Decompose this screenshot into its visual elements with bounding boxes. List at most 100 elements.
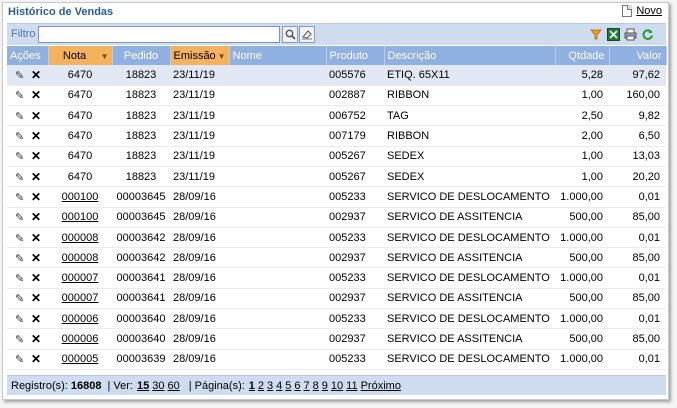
delete-x-icon[interactable]: ✕ [31,352,41,366]
edit-pencil-icon[interactable]: ✎ [15,110,25,123]
cell-nota: 000006 [48,328,112,350]
edit-pencil-icon[interactable]: ✎ [15,130,25,143]
table-row[interactable]: ✎ ✕ 000007 00003641 28/09/16 005233 SERVICO DE… [7,267,666,289]
delete-x-icon[interactable]: ✕ [31,291,41,305]
edit-pencil-icon[interactable]: ✎ [15,313,25,326]
edit-pencil-icon[interactable]: ✎ [15,171,25,184]
excel-icon[interactable] [606,27,620,41]
nota-link[interactable]: 000006 [62,313,99,325]
page-link[interactable]: 11 [346,380,357,392]
table-row[interactable]: ✎ ✕ 000007 00003641 28/09/16 002937 SERVICO DE… [7,288,666,310]
print-icon[interactable] [623,27,637,41]
edit-pencil-icon[interactable]: ✎ [15,150,25,163]
page-link[interactable]: 1 [249,380,255,392]
page-link[interactable]: 2 [258,380,264,392]
nota-link[interactable]: 000008 [62,232,99,244]
delete-x-icon[interactable]: ✕ [31,149,41,163]
new-button[interactable]: Novo [622,5,662,17]
cell-emissao: 28/09/16 [170,207,229,228]
delete-x-icon[interactable]: ✕ [31,231,41,245]
edit-pencil-icon[interactable]: ✎ [15,252,25,265]
cell-nota: 6470 [48,125,112,147]
table-row[interactable]: ✎ ✕ 000006 00003640 28/09/16 002937 SERVICO DE… [7,328,666,350]
cell-pedido: 00003645 [112,186,170,208]
nota-link[interactable]: 000005 [62,353,99,365]
table-row[interactable]: ✎ ✕ 000100 00003645 28/09/16 002937 SERVICO DE… [7,207,666,228]
edit-pencil-icon[interactable]: ✎ [15,89,25,102]
page-link[interactable]: 5 [285,380,291,392]
page-link[interactable]: 3 [267,380,273,392]
table-row[interactable]: ✎ ✕ 000008 00003642 28/09/16 005233 SERVICO DE… [7,227,666,249]
delete-x-icon[interactable]: ✕ [31,68,41,82]
cell-pedido: 00003641 [112,267,170,289]
column-header-descricao[interactable]: Descrição [384,46,556,65]
filter-icon[interactable] [589,27,603,41]
column-header-qtdade[interactable]: Qtdade [555,46,610,65]
cell-nome [229,207,326,228]
page-link[interactable]: 8 [313,380,319,392]
column-header-nome[interactable]: Nome [229,46,327,65]
edit-pencil-icon[interactable]: ✎ [15,211,25,224]
edit-pencil-icon[interactable]: ✎ [15,272,25,285]
cell-produto: 005576 [326,65,384,86]
table-row[interactable]: ✎ ✕ 000006 00003640 28/09/16 005233 SERVICO DE… [7,308,666,330]
table-row[interactable]: ✎ ✕ 6470 18823 23/11/19 005576 ETIQ. 65X11 5,28… [7,65,666,86]
filter-input[interactable] [38,26,280,43]
table-row[interactable]: ✎ ✕ 6470 18823 23/11/19 005267 SEDEX 1,00 20,20 [7,166,666,188]
table-row[interactable]: ✎ ✕ 000008 00003642 28/09/16 002937 SERVICO DE… [7,247,666,269]
cell-qtdade: 1.000,00 [555,267,609,289]
edit-pencil-icon[interactable]: ✎ [15,292,25,305]
search-button[interactable] [282,26,298,43]
delete-x-icon[interactable]: ✕ [31,210,41,224]
delete-x-icon[interactable]: ✕ [31,332,41,346]
page-link[interactable]: 6 [294,380,300,392]
nota-link[interactable]: 000008 [62,252,99,264]
clear-filter-button[interactable] [299,26,315,43]
edit-pencil-icon[interactable]: ✎ [15,191,25,204]
nota-link[interactable]: 000100 [62,191,99,203]
cell-produto: 005267 [326,166,384,188]
delete-x-icon[interactable]: ✕ [31,170,41,184]
edit-pencil-icon[interactable]: ✎ [15,232,25,245]
table-row[interactable]: ✎ ✕ 000005 00003639 28/09/16 005233 SERVICO DE… [7,349,666,370]
page-link[interactable]: 10 [331,380,343,392]
nota-link[interactable]: 000007 [62,292,99,304]
row-actions: ✎ ✕ [7,349,48,370]
nota-link[interactable]: 000007 [62,272,99,284]
cell-descricao: SERVICO DE DESLOCAMENTO [384,186,555,208]
delete-x-icon[interactable]: ✕ [31,129,41,143]
table-row[interactable]: ✎ ✕ 6470 18823 23/11/19 006752 TAG 2,50 9,82 [7,105,666,127]
delete-x-icon[interactable]: ✕ [31,271,41,285]
page-size-option[interactable]: 15 [137,380,149,392]
column-header-pedido[interactable]: Pedido [112,46,171,65]
table-row[interactable]: ✎ ✕ 000100 00003645 28/09/16 005233 SERVICO DE… [7,186,666,208]
delete-x-icon[interactable]: ✕ [31,88,41,102]
refresh-icon[interactable] [640,27,654,41]
next-page-link[interactable]: Próximo [361,380,401,392]
table-row[interactable]: ✎ ✕ 6470 18823 23/11/19 007179 RIBBON 2,00 6,50 [7,125,666,147]
page-size-option[interactable]: 30 [152,380,164,392]
edit-pencil-icon[interactable]: ✎ [15,69,25,82]
nota-link[interactable]: 000100 [62,211,99,223]
delete-x-icon[interactable]: ✕ [31,312,41,326]
delete-x-icon[interactable]: ✕ [31,251,41,265]
cell-produto: 005233 [326,186,384,208]
cell-valor: 0,01 [609,267,666,289]
nota-link[interactable]: 000006 [62,333,99,345]
cell-produto: 002937 [326,247,384,269]
column-header-produto[interactable]: Produto [326,46,385,65]
page-link[interactable]: 9 [322,380,328,392]
delete-x-icon[interactable]: ✕ [31,109,41,123]
delete-x-icon[interactable]: ✕ [31,190,41,204]
page-link[interactable]: 4 [276,380,282,392]
page-link[interactable]: 7 [304,380,310,392]
page-size-option[interactable]: 60 [167,380,179,392]
column-header-nota[interactable]: Nota ▼ [48,46,113,65]
edit-pencil-icon[interactable]: ✎ [15,333,25,346]
column-header-emissao[interactable]: Emissão ▼ [170,46,230,65]
table-row[interactable]: ✎ ✕ 6470 18823 23/11/19 005267 SEDEX 1,00 13,03 [7,146,666,167]
cell-qtdade: 1,00 [555,146,609,167]
edit-pencil-icon[interactable]: ✎ [15,353,25,366]
column-header-valor[interactable]: Valor [609,46,667,65]
table-row[interactable]: ✎ ✕ 6470 18823 23/11/19 002887 RIBBON 1,00 160,0… [7,85,666,107]
